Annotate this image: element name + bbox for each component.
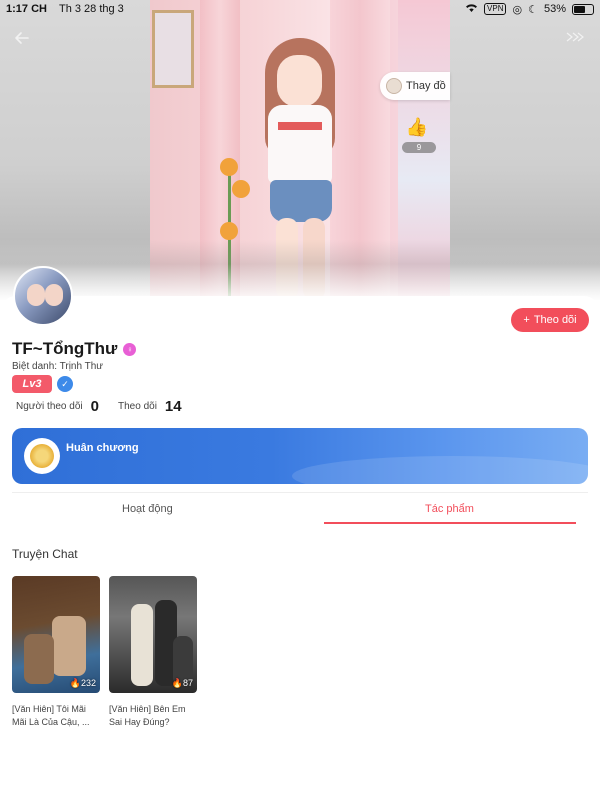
medal-banner[interactable]: Huân chương <box>12 428 588 484</box>
fire-icon: 🔥 <box>171 678 183 688</box>
change-outfit-button[interactable]: Thay đồ <box>380 72 450 100</box>
story-cover[interactable]: 🔥87 <box>109 576 197 693</box>
follow-button[interactable]: + Theo dõi <box>511 308 589 332</box>
medal-wave-decoration <box>292 456 588 484</box>
view-count: 🔥87 <box>171 678 193 688</box>
tab-works[interactable]: Tác phẩm <box>425 503 474 515</box>
following-label: Theo dõi <box>118 401 157 412</box>
follow-button-label: Theo dõi <box>533 314 577 326</box>
view-count: 🔥232 <box>69 678 96 688</box>
share-icon[interactable] <box>564 28 586 50</box>
location-icon: ◎ <box>512 3 523 16</box>
profile-name-row: TF~TổngThư ♀ <box>12 339 137 359</box>
section-title: Truyện Chat <box>12 547 78 561</box>
profile-nickname: Biệt danh: Trịnh Thư <box>12 361 104 372</box>
moon-icon: ☾ <box>528 3 538 16</box>
character-shorts <box>270 180 332 222</box>
story-title[interactable]: [Văn Hiên] Tôi Mãi Mãi Là Của Cậu, ... <box>12 703 102 729</box>
banner-fade <box>0 240 600 300</box>
status-time: 1:17 CH <box>6 3 47 15</box>
list-item[interactable]: 🔥87 [Văn Hiên] Bên Em Sai Hay Đúng? <box>109 576 197 729</box>
like-count: 9 <box>402 142 436 153</box>
avatar[interactable] <box>13 266 73 326</box>
status-indicators: VPN ◎ ☾ 53% <box>465 3 594 16</box>
medal-icon <box>24 438 60 474</box>
character-face <box>277 55 322 107</box>
plus-icon: + <box>523 314 530 326</box>
flower-decoration <box>232 180 250 198</box>
following-count: 14 <box>164 398 182 415</box>
profile-banner <box>0 0 600 300</box>
picture-frame-decoration <box>152 10 194 88</box>
story-cover[interactable]: 🔥232 <box>12 576 100 693</box>
followers-label: Người theo dõi <box>16 401 83 412</box>
followers-count: 0 <box>90 398 99 415</box>
battery-percent: 53% <box>543 3 566 15</box>
list-item[interactable]: 🔥232 [Văn Hiên] Tôi Mãi Mãi Là Của Cậu, … <box>12 576 100 729</box>
fire-icon: 🔥 <box>69 678 81 688</box>
back-arrow-icon[interactable] <box>12 28 34 50</box>
medal-title: Huân chương <box>66 442 139 454</box>
followers-stat[interactable]: Người theo dõi 0 <box>16 398 99 415</box>
story-title[interactable]: [Văn Hiên] Bên Em Sai Hay Đúng? <box>109 703 199 729</box>
vpn-indicator: VPN <box>484 3 507 15</box>
character-shirt <box>268 105 332 183</box>
tab-activity[interactable]: Hoạt động <box>122 503 173 515</box>
verified-icon[interactable]: ✓ <box>57 376 73 392</box>
change-outfit-label: Thay đồ <box>406 80 446 92</box>
wifi-icon <box>465 3 478 16</box>
profile-name: TF~TổngThư <box>12 339 118 358</box>
flower-decoration <box>220 158 238 176</box>
active-tab-indicator <box>324 522 576 524</box>
flower-decoration <box>220 222 238 240</box>
following-stat[interactable]: Theo dõi 14 <box>118 398 182 415</box>
status-date: Th 3 28 thg 3 <box>58 3 124 15</box>
thumbs-up-icon[interactable]: 👍 <box>405 115 429 139</box>
tabs-divider <box>12 492 588 493</box>
outfit-icon <box>386 78 402 94</box>
status-bar: 1:17 CH Th 3 28 thg 3 VPN ◎ ☾ 53% <box>0 0 600 18</box>
battery-icon <box>572 3 594 15</box>
female-icon: ♀ <box>123 342 137 356</box>
level-badge: Lv3 <box>12 375 52 393</box>
character-shirt-logo <box>278 122 322 130</box>
